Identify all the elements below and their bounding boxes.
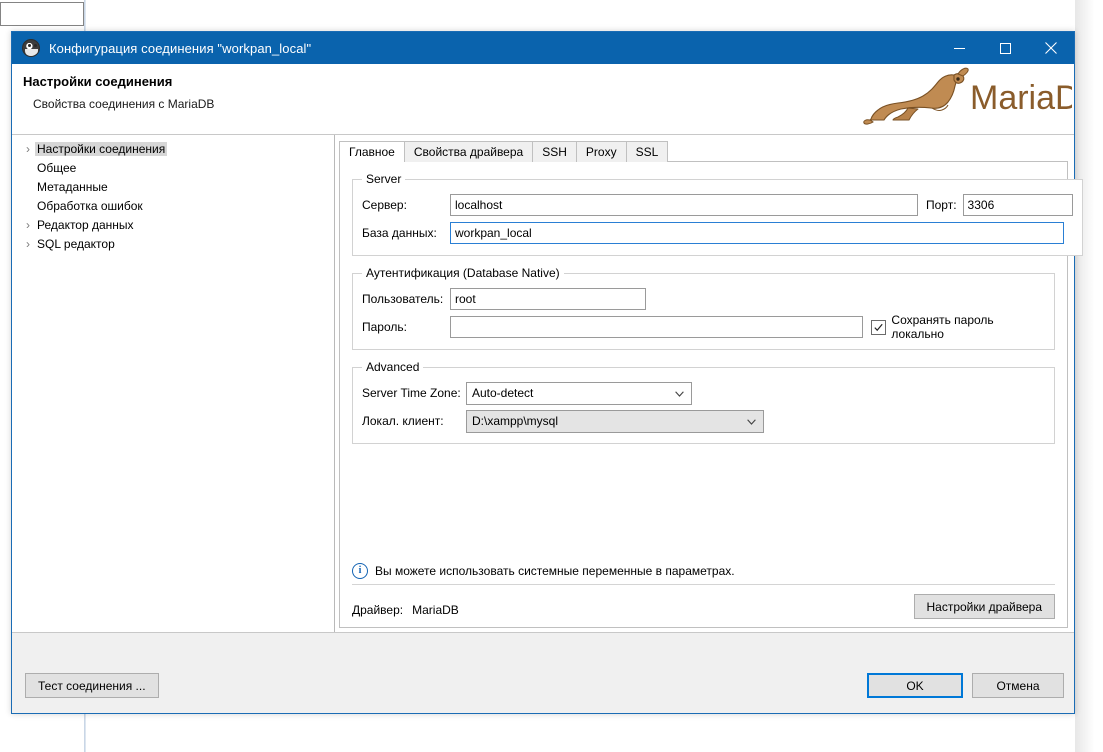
tab-content-main: Server Сервер: Порт: База данных: bbox=[339, 161, 1083, 628]
ok-button[interactable]: OK bbox=[867, 673, 963, 698]
authentication-group-legend: Аутентификация (Database Native) bbox=[366, 266, 560, 280]
dialog-title: Конфигурация соединения "workpan_local" bbox=[49, 40, 312, 56]
chevron-right-icon[interactable]: › bbox=[21, 218, 35, 232]
mariadb-logo: MariaDB bbox=[862, 65, 1102, 127]
local-client-select[interactable]: D:\xampp\mysql bbox=[466, 409, 764, 433]
settings-tab-pane: Главное Свойства драйвера SSH Proxy SSL … bbox=[335, 135, 1083, 634]
chevron-right-icon[interactable]: › bbox=[21, 237, 35, 251]
user-input[interactable] bbox=[450, 288, 646, 310]
save-password-label: Сохранять пароль локально bbox=[891, 313, 994, 341]
dbeaver-app-icon bbox=[22, 39, 40, 57]
checkbox-checked-icon[interactable] bbox=[871, 319, 887, 335]
database-input[interactable] bbox=[450, 222, 1064, 244]
test-connection-button[interactable]: Тест соединения ... bbox=[25, 673, 159, 698]
maximize-icon[interactable] bbox=[982, 32, 1028, 64]
timezone-value: Auto-detect bbox=[472, 386, 534, 400]
close-icon[interactable] bbox=[1028, 32, 1074, 64]
local-client-row: Локал. клиент: D:\xampp\mysql bbox=[362, 408, 1045, 434]
page-subtitle: Свойства соединения с MariaDB bbox=[33, 97, 215, 111]
save-password-checkbox[interactable]: Сохранять пароль локально bbox=[871, 313, 1045, 341]
tab-main[interactable]: Главное bbox=[339, 141, 405, 162]
password-input[interactable] bbox=[450, 316, 864, 338]
host-input[interactable] bbox=[450, 194, 918, 216]
port-input[interactable] bbox=[962, 194, 1073, 216]
auth-user-row: Пользователь: bbox=[362, 286, 1045, 312]
tree-item-label: Редактор данных bbox=[37, 217, 134, 232]
tree-item-label: Метаданные bbox=[37, 179, 108, 194]
tree-item-sql-editor[interactable]: › SQL редактор bbox=[12, 234, 330, 253]
tree-item-metadata[interactable]: › Метаданные bbox=[12, 177, 330, 196]
dialog-header: Настройки соединения Свойства соединения… bbox=[12, 64, 1102, 135]
tab-ssh[interactable]: SSH bbox=[532, 141, 577, 162]
port-label: Порт: bbox=[926, 198, 957, 212]
tab-bar: Главное Свойства драйвера SSH Proxy SSL bbox=[339, 140, 1068, 162]
server-group: Server Сервер: Порт: База данных: bbox=[352, 172, 1083, 256]
info-hint: i Вы можете использовать системные перем… bbox=[352, 563, 735, 579]
password-label: Пароль: bbox=[362, 320, 407, 334]
tree-item-label: SQL редактор bbox=[37, 236, 115, 251]
auth-password-row: Пароль: Сохранять пароль локально bbox=[362, 313, 1045, 341]
window-controls bbox=[936, 32, 1074, 64]
database-label: База данных: bbox=[362, 226, 437, 240]
settings-tree: › Настройки соединения › Общее › Метадан… bbox=[12, 135, 330, 634]
timezone-label: Server Time Zone: bbox=[362, 386, 461, 400]
tab-proxy[interactable]: Proxy bbox=[575, 141, 627, 162]
authentication-group: Аутентификация (Database Native) Пользов… bbox=[352, 266, 1055, 350]
background-toolbar-input[interactable] bbox=[0, 2, 84, 26]
tree-item-label: Обработка ошибок bbox=[37, 198, 143, 213]
driver-label: Драйвер: bbox=[352, 603, 404, 617]
driver-value: MariaDB bbox=[412, 603, 459, 617]
tree-item-connection-settings[interactable]: › Настройки соединения bbox=[12, 139, 330, 158]
advanced-group: Advanced Server Time Zone: Auto-detect Л… bbox=[352, 360, 1055, 444]
server-database-row: База данных: bbox=[362, 220, 1073, 246]
connection-settings-dialog: Конфигурация соединения "workpan_local" … bbox=[11, 31, 1102, 714]
minimize-icon[interactable] bbox=[936, 32, 982, 64]
page-title: Настройки соединения bbox=[23, 74, 173, 89]
cancel-button[interactable]: Отмена bbox=[972, 673, 1064, 698]
driver-info: Драйвер: MariaDB bbox=[352, 603, 459, 617]
chevron-right-icon[interactable]: › bbox=[21, 142, 35, 156]
tree-item-label: Общее bbox=[37, 160, 77, 175]
advanced-group-legend: Advanced bbox=[366, 360, 420, 374]
server-group-legend: Server bbox=[366, 172, 402, 186]
tab-driver-properties[interactable]: Свойства драйвера bbox=[403, 141, 534, 162]
chevron-down-icon[interactable] bbox=[747, 414, 756, 428]
tree-item-error-handling[interactable]: › Обработка ошибок bbox=[12, 196, 330, 215]
dialog-body: › Настройки соединения › Общее › Метадан… bbox=[12, 135, 1083, 634]
timezone-row: Server Time Zone: Auto-detect bbox=[362, 380, 1045, 406]
tree-item-label: Настройки соединения bbox=[35, 141, 168, 156]
tree-item-general[interactable]: › Общее bbox=[12, 158, 330, 177]
timezone-select[interactable]: Auto-detect bbox=[466, 381, 692, 405]
tab-ssl[interactable]: SSL bbox=[625, 141, 669, 162]
dialog-titlebar: Конфигурация соединения "workpan_local" bbox=[12, 32, 1074, 64]
background-right-shadow bbox=[1075, 0, 1103, 752]
driver-settings-button[interactable]: Настройки драйвера bbox=[913, 594, 1055, 619]
tree-item-data-editor[interactable]: › Редактор данных bbox=[12, 215, 330, 234]
driver-separator bbox=[352, 584, 1055, 585]
server-host-row: Сервер: Порт: bbox=[362, 192, 1073, 218]
host-label: Сервер: bbox=[362, 198, 407, 212]
chevron-down-icon[interactable] bbox=[675, 386, 684, 400]
info-icon: i bbox=[352, 563, 368, 579]
dialog-footer: Тест соединения ... OK Отмена bbox=[12, 632, 1074, 713]
svg-text:MariaDB: MariaDB bbox=[970, 79, 1072, 117]
info-hint-text: Вы можете использовать системные перемен… bbox=[375, 564, 735, 578]
local-client-label: Локал. клиент: bbox=[362, 414, 444, 428]
user-label: Пользователь: bbox=[362, 292, 444, 306]
local-client-value: D:\xampp\mysql bbox=[472, 414, 559, 428]
